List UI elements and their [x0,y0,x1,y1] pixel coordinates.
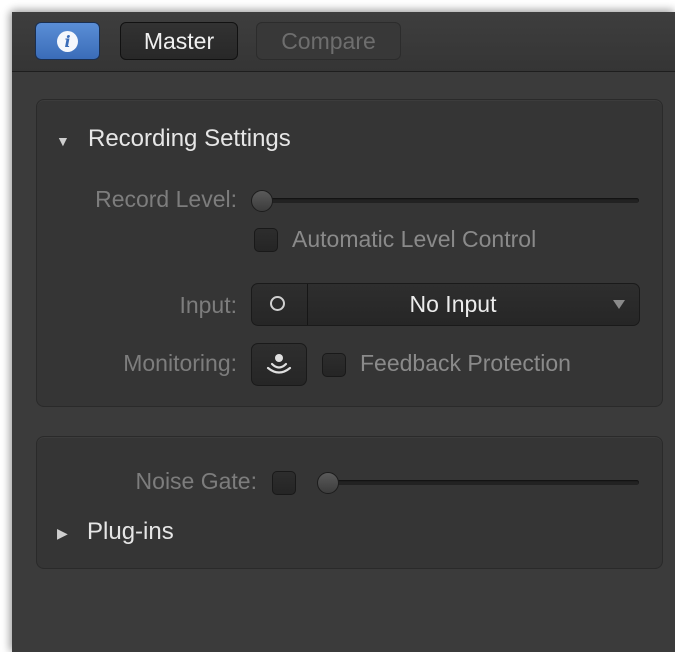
plugins-title[interactable]: Plug-ins [87,518,174,546]
feedback-protection-checkbox[interactable] [322,353,346,377]
record-level-knob[interactable] [251,190,273,212]
disclosure-collapsed-icon[interactable]: ▶ [57,525,68,542]
noise-gate-label: Noise Gate: [135,468,257,494]
monitoring-button[interactable] [251,343,307,386]
compare-button[interactable]: Compare [256,22,401,60]
noise-gate-checkbox[interactable] [272,471,296,495]
auto-level-checkbox[interactable] [254,228,278,252]
inspector-window: i Master Compare ▼ Recording Settings Re… [12,12,675,652]
recording-settings-title[interactable]: Recording Settings [88,125,291,153]
toolbar: i Master Compare [12,12,675,72]
recording-settings-panel: ▼ Recording Settings Record Level: Autom… [36,99,663,407]
info-icon: i [57,30,78,52]
disclosure-expanded-icon[interactable]: ▼ [56,133,70,149]
info-button[interactable]: i [35,22,100,60]
chevron-down-icon[interactable] [613,300,625,309]
auto-level-label[interactable]: Automatic Level Control [292,226,536,253]
input-popup[interactable]: No Input [251,283,640,326]
noise-gate-knob[interactable] [317,472,339,494]
monitoring-label: Monitoring: [123,350,237,376]
effects-panel: Noise Gate: ▶ Plug-ins [36,436,663,569]
input-value[interactable]: No Input [308,284,598,325]
feedback-protection-label[interactable]: Feedback Protection [360,350,571,377]
master-button[interactable]: Master [120,22,238,60]
noise-gate-slider[interactable] [319,480,639,485]
record-level-slider[interactable] [253,198,639,203]
monitoring-icon [266,354,292,374]
input-label: Input: [179,292,237,318]
record-level-label: Record Level: [95,186,237,212]
circle-icon[interactable] [270,296,285,311]
